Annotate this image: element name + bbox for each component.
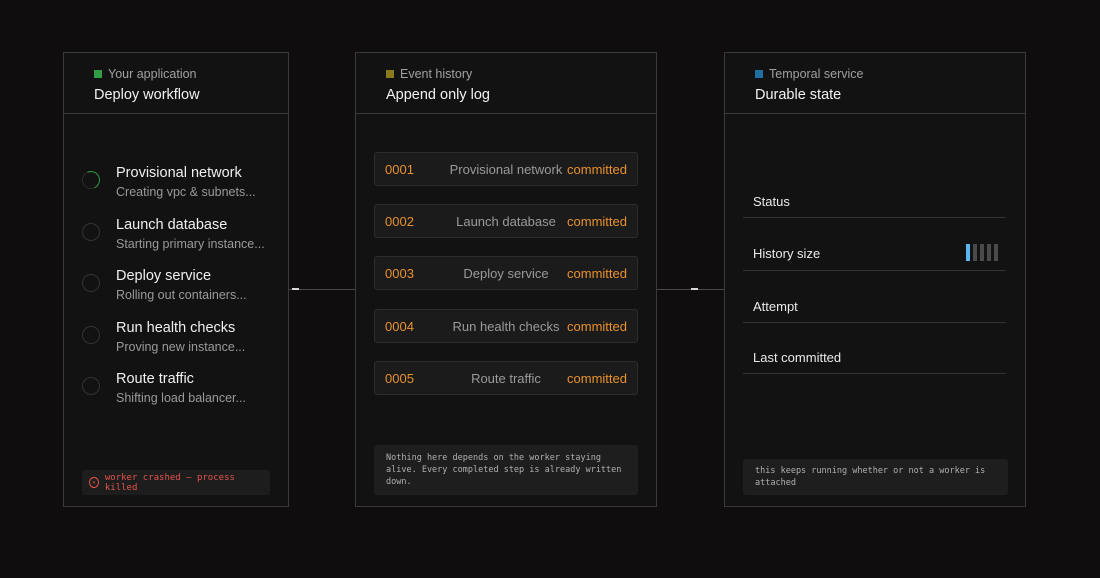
entry-status: committed [567, 162, 627, 177]
history-size-bar [987, 244, 991, 261]
history-entry: 0002 Launch database committed [374, 204, 638, 238]
attempt-label: Attempt [753, 299, 798, 314]
event-history-kicker: Event history [400, 67, 473, 81]
step-title: Launch database [116, 217, 228, 233]
step-subtitle: Starting primary instance... [116, 237, 265, 251]
x-circle-icon: ✕ [89, 477, 99, 488]
application-title: Deploy workflow [94, 87, 200, 103]
step-subtitle: Rolling out containers... [116, 288, 247, 302]
workflow-step: Deploy service Rolling out containers... [82, 268, 247, 302]
pending-circle-icon [82, 326, 100, 344]
history-size-bars [966, 244, 998, 261]
workflow-step: Route traffic Shifting load balancer... [82, 371, 246, 405]
event-history-panel: Event history Append only log 0001 Provi… [355, 52, 657, 507]
temporal-service-marker-icon [755, 70, 763, 78]
history-size-bar [973, 244, 977, 261]
status-label: Status [753, 194, 790, 209]
event-history-panel-header: Event history Append only log [356, 53, 656, 114]
history-size-bar [994, 244, 998, 261]
temporal-service-panel-header: Temporal service Durable state [725, 53, 1025, 114]
step-title: Route traffic [116, 371, 194, 387]
pending-circle-icon [82, 274, 100, 292]
history-size-bar [980, 244, 984, 261]
temporal-service-kicker: Temporal service [769, 67, 864, 81]
row-divider [743, 373, 1006, 374]
history-entry: 0001 Provisional network committed [374, 152, 638, 186]
crash-message: worker crashed — process killed [104, 472, 235, 493]
row-divider [743, 270, 1006, 271]
pending-circle-icon [82, 223, 100, 241]
pending-circle-icon [82, 377, 100, 395]
crash-banner: ✕ worker crashed — process killed [82, 470, 270, 495]
entry-status: committed [567, 214, 627, 229]
entry-status: committed [567, 266, 627, 281]
step-title: Provisional network [116, 165, 242, 181]
event-history-note: Nothing here depends on the worker stayi… [374, 445, 638, 495]
step-subtitle: Creating vpc & subnets... [116, 185, 256, 199]
step-subtitle: Shifting load balancer... [116, 391, 246, 405]
connector-marker [292, 288, 299, 290]
application-panel-header: Your application Deploy workflow [64, 53, 288, 114]
last-committed-label: Last committed [753, 350, 842, 365]
application-panel: Your application Deploy workflow Provisi… [63, 52, 289, 507]
entry-status: committed [567, 371, 627, 386]
workflow-step: Launch database Starting primary instanc… [82, 217, 265, 251]
event-history-title: Append only log [386, 87, 490, 103]
workflow-step: Provisional network Creating vpc & subne… [79, 165, 256, 199]
history-size-bar [966, 244, 970, 261]
application-kicker: Your application [108, 67, 197, 81]
row-divider [743, 322, 1006, 323]
step-title: Deploy service [116, 268, 212, 284]
row-divider [743, 217, 1006, 218]
temporal-service-title: Durable state [755, 87, 842, 103]
step-title: Run health checks [116, 320, 236, 336]
spinner-icon [79, 168, 103, 192]
temporal-service-panel: Temporal service Durable state Status Hi… [724, 52, 1026, 507]
entry-status: committed [567, 319, 627, 334]
history-size-label: History size [753, 246, 821, 261]
history-entry: 0005 Route traffic committed [374, 361, 638, 395]
history-entry: 0003 Deploy service committed [374, 256, 638, 290]
workflow-step: Run health checks Proving new instance..… [82, 320, 245, 354]
event-history-marker-icon [386, 70, 394, 78]
connector-marker [691, 288, 698, 290]
application-marker-icon [94, 70, 102, 78]
temporal-service-note: this keeps running whether or not a work… [743, 459, 1008, 495]
history-entry: 0004 Run health checks committed [374, 309, 638, 343]
step-subtitle: Proving new instance... [116, 340, 246, 354]
